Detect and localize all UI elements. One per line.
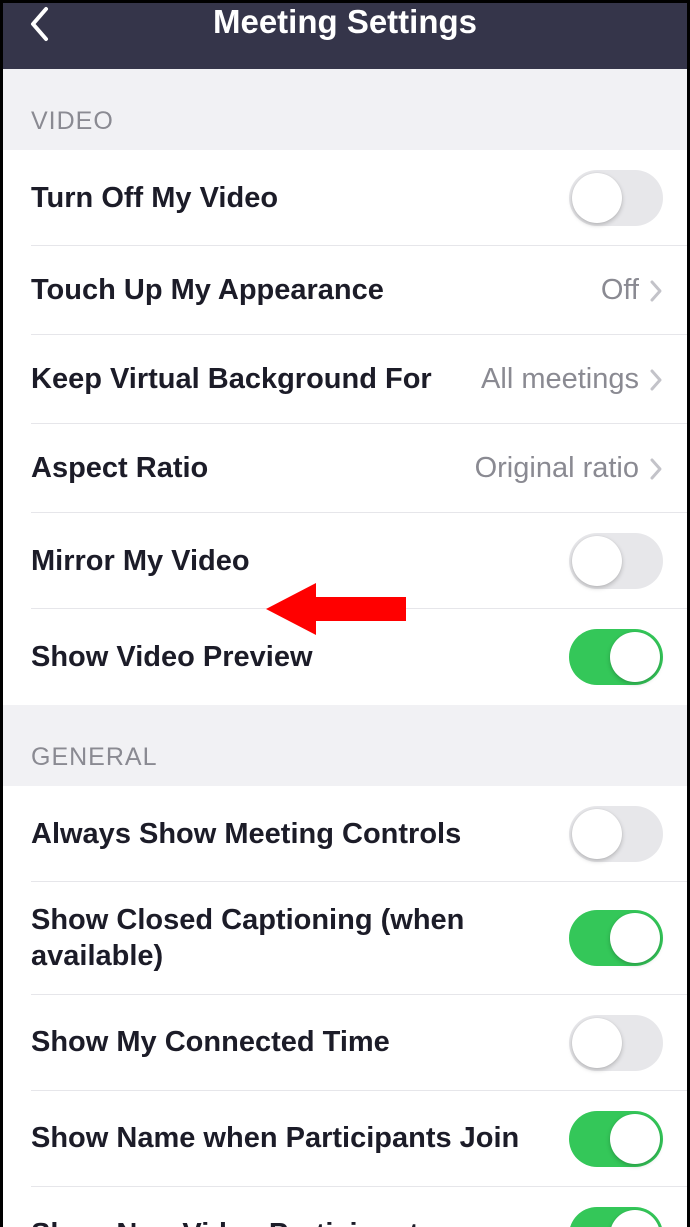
row-non-video-participants[interactable]: Show Non-Video Participants xyxy=(3,1187,687,1227)
row-value: All meetings xyxy=(481,363,639,396)
row-label: Aspect Ratio xyxy=(31,450,475,486)
row-value: Original ratio xyxy=(475,452,639,485)
row-always-show-controls[interactable]: Always Show Meeting Controls xyxy=(3,786,687,882)
section-header-video: VIDEO xyxy=(3,69,687,150)
back-button[interactable] xyxy=(19,4,59,44)
toggle-connected-time[interactable] xyxy=(569,1015,663,1071)
toggle-always-show-controls[interactable] xyxy=(569,806,663,862)
page-title: Meeting Settings xyxy=(213,3,477,41)
chevron-left-icon xyxy=(28,6,50,42)
row-label: Show Non-Video Participants xyxy=(31,1216,569,1227)
header-bar: Meeting Settings xyxy=(3,3,687,69)
toggle-show-video-preview[interactable] xyxy=(569,629,663,685)
toggle-show-name-join[interactable] xyxy=(569,1111,663,1167)
toggle-closed-captioning[interactable] xyxy=(569,910,663,966)
toggle-turn-off-video[interactable] xyxy=(569,170,663,226)
row-closed-captioning[interactable]: Show Closed Captioning (when available) xyxy=(3,882,687,995)
row-label: Touch Up My Appearance xyxy=(31,272,601,308)
row-value: Off xyxy=(601,274,639,307)
section-header-general: GENERAL xyxy=(3,705,687,786)
chevron-right-icon xyxy=(649,368,663,392)
video-settings-list: Turn Off My Video Touch Up My Appearance… xyxy=(3,150,687,705)
row-label: Show Name when Participants Join xyxy=(31,1120,569,1156)
row-show-video-preview[interactable]: Show Video Preview xyxy=(3,609,687,705)
row-label: Show Video Preview xyxy=(31,639,569,675)
row-turn-off-video[interactable]: Turn Off My Video xyxy=(3,150,687,246)
row-mirror-my-video[interactable]: Mirror My Video xyxy=(3,513,687,609)
general-settings-list: Always Show Meeting Controls Show Closed… xyxy=(3,786,687,1227)
toggle-mirror-my-video[interactable] xyxy=(569,533,663,589)
row-connected-time[interactable]: Show My Connected Time xyxy=(3,995,687,1091)
row-label: Show My Connected Time xyxy=(31,1024,569,1060)
chevron-right-icon xyxy=(649,457,663,481)
row-virtual-background[interactable]: Keep Virtual Background For All meetings xyxy=(3,335,687,424)
row-label: Mirror My Video xyxy=(31,543,569,579)
row-label: Turn Off My Video xyxy=(31,180,569,216)
toggle-non-video-participants[interactable] xyxy=(569,1207,663,1227)
row-label: Show Closed Captioning (when available) xyxy=(31,902,569,975)
chevron-right-icon xyxy=(649,279,663,303)
row-label: Keep Virtual Background For xyxy=(31,361,481,397)
row-aspect-ratio[interactable]: Aspect Ratio Original ratio xyxy=(3,424,687,513)
row-show-name-join[interactable]: Show Name when Participants Join xyxy=(3,1091,687,1187)
row-label: Always Show Meeting Controls xyxy=(31,816,569,852)
row-touch-up-appearance[interactable]: Touch Up My Appearance Off xyxy=(3,246,687,335)
